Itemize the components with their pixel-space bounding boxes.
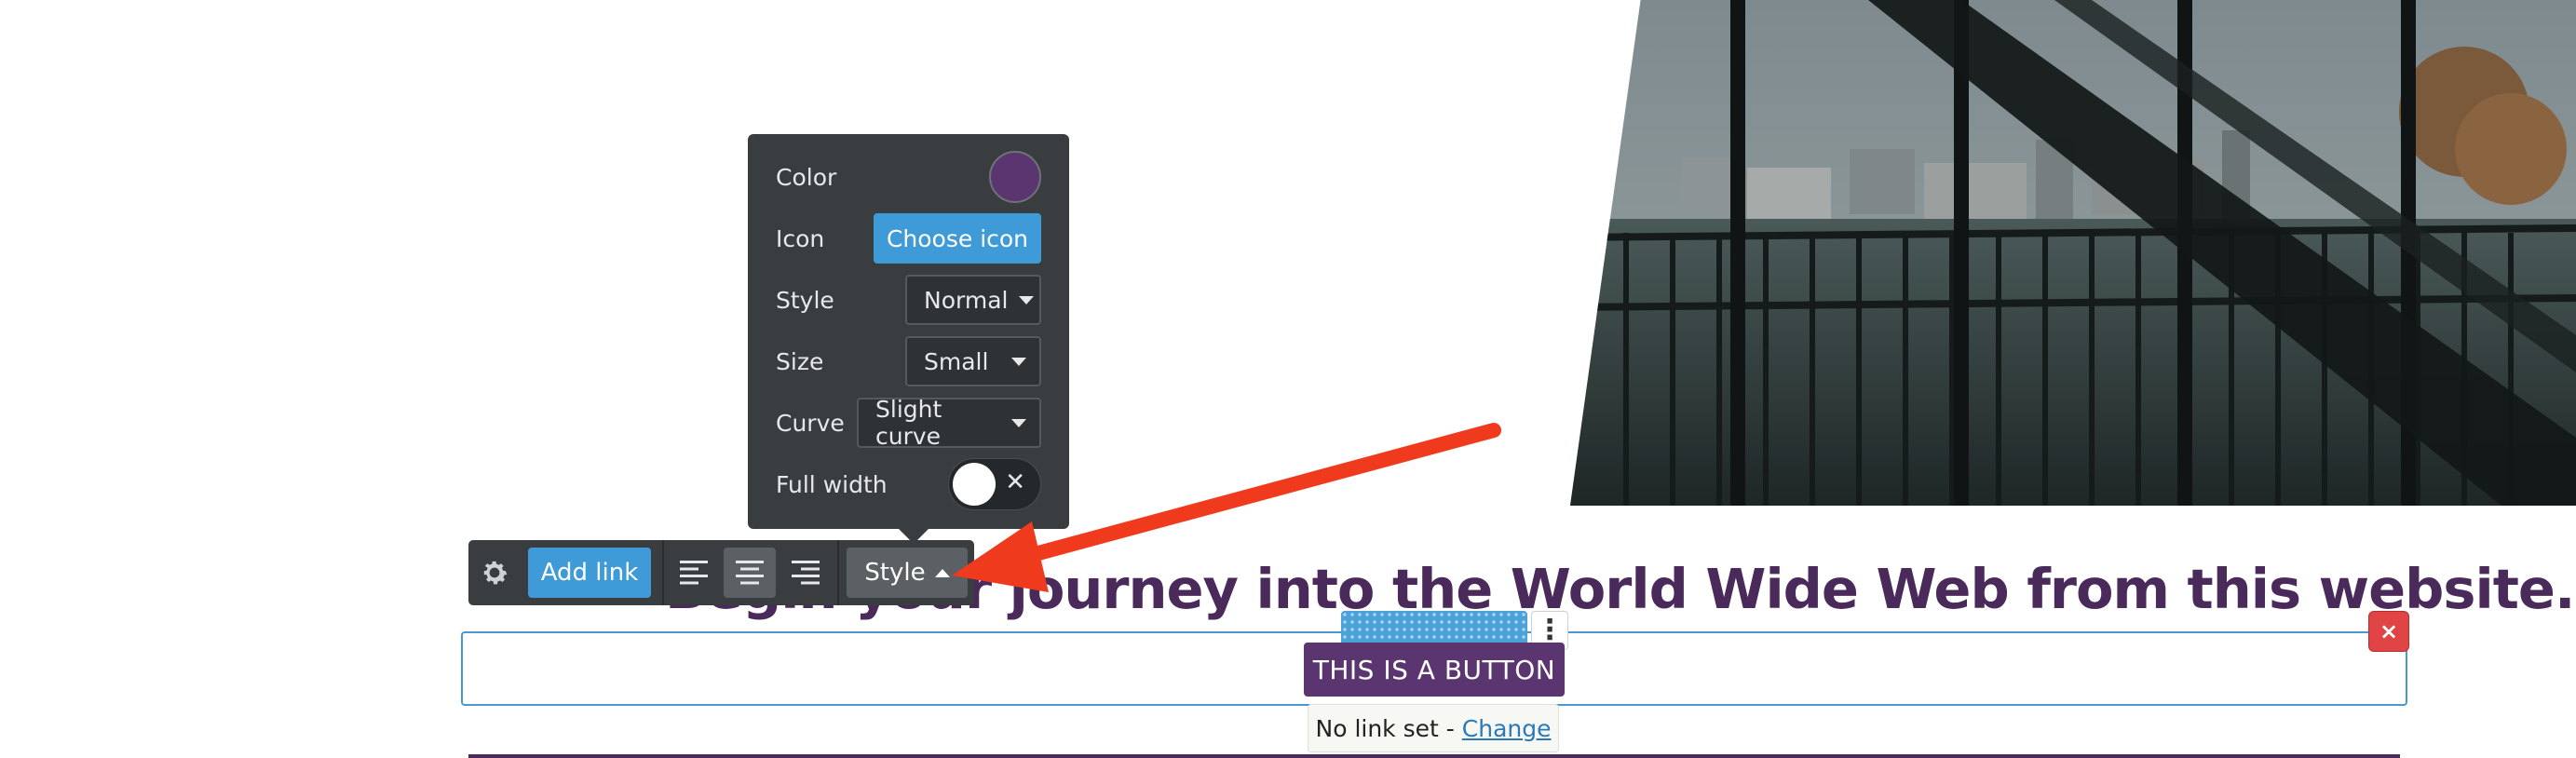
popover-row-full-width: Full width ✕ xyxy=(776,456,1041,512)
chevron-down-icon xyxy=(1019,295,1035,305)
divider xyxy=(468,754,2400,758)
color-label: Color xyxy=(776,163,837,191)
full-width-label: Full width xyxy=(776,470,888,498)
popover-row-style: Style Normal xyxy=(776,272,1041,328)
hero-image xyxy=(1570,0,2576,506)
close-icon: ✕ xyxy=(1005,468,1025,496)
curve-select-value: Slight curve xyxy=(875,396,942,450)
gear-icon[interactable] xyxy=(468,540,521,605)
popover-row-curve: Curve Slight curve xyxy=(776,395,1041,451)
style-label: Style xyxy=(776,286,834,314)
full-width-toggle[interactable]: ✕ xyxy=(948,458,1041,510)
toggle-knob xyxy=(953,463,996,506)
close-icon[interactable]: × xyxy=(2368,611,2409,652)
choose-icon-button[interactable]: Choose icon xyxy=(874,213,1041,264)
content-button[interactable]: THIS IS A BUTTON xyxy=(1304,643,1565,697)
chevron-down-icon xyxy=(1011,418,1026,427)
curve-select[interactable]: Slight curve xyxy=(857,396,1041,450)
button-toolbar: Add link Style xyxy=(468,540,974,605)
popover-arrow xyxy=(899,529,929,544)
icon-label: Icon xyxy=(776,224,825,252)
style-select[interactable]: Normal xyxy=(905,275,1041,325)
style-button[interactable]: Style xyxy=(847,548,968,598)
size-select-value: Small xyxy=(924,347,989,375)
popover-row-size: Size Small xyxy=(776,333,1041,389)
link-status-text: No link set - xyxy=(1315,714,1455,742)
align-center-icon xyxy=(736,561,764,585)
toolbar-divider xyxy=(662,540,664,605)
align-left-icon xyxy=(680,561,708,585)
link-status-tooltip: No link set - Change xyxy=(1308,704,1559,752)
toolbar-divider xyxy=(837,540,839,605)
curve-label: Curve xyxy=(776,409,845,437)
color-swatch[interactable] xyxy=(989,151,1041,203)
style-select-value: Normal xyxy=(924,286,1009,314)
caret-up-icon xyxy=(934,568,950,577)
size-label: Size xyxy=(776,347,824,375)
popover-row-color: Color xyxy=(776,149,1041,205)
popover-row-icon: Icon Choose icon xyxy=(776,210,1041,266)
align-left-button[interactable] xyxy=(668,548,720,598)
align-center-button[interactable] xyxy=(724,548,776,598)
chevron-down-icon xyxy=(1011,357,1026,366)
style-popover: Color Icon Choose icon Style Normal Size… xyxy=(748,134,1069,544)
style-button-label: Style xyxy=(864,559,926,587)
align-right-button[interactable] xyxy=(780,548,832,598)
add-link-button[interactable]: Add link xyxy=(528,548,651,598)
size-select[interactable]: Small xyxy=(905,336,1041,386)
change-link[interactable]: Change xyxy=(1462,715,1552,742)
align-right-icon xyxy=(792,561,820,585)
